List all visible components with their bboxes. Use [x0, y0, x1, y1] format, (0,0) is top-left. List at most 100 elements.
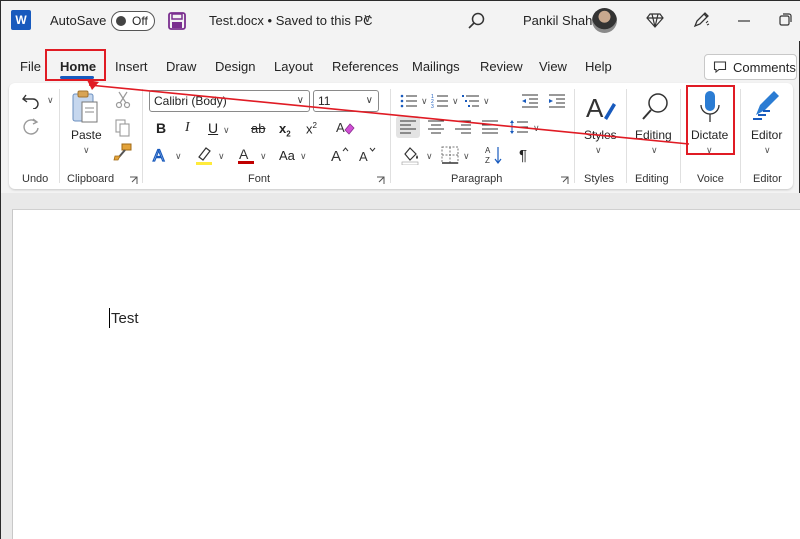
strikethrough-button[interactable]: ab [251, 121, 265, 136]
underline-button[interactable]: U [208, 120, 218, 136]
styles-dropdown-icon[interactable]: ∨ [595, 145, 602, 156]
styles-label[interactable]: Styles [584, 128, 617, 142]
decrease-indent-icon[interactable] [521, 93, 539, 109]
tab-review[interactable]: Review [480, 59, 523, 74]
font-name-select[interactable]: Calibri (Body) ∨ [149, 90, 310, 112]
font-color-icon[interactable]: A [236, 145, 256, 165]
clear-formatting-icon[interactable]: A [336, 119, 356, 137]
line-spacing-dropdown-icon[interactable]: ∨ [533, 123, 540, 134]
search-icon[interactable] [467, 11, 487, 31]
paste-label[interactable]: Paste [71, 128, 102, 142]
multilevel-list-icon[interactable] [462, 93, 480, 109]
change-case-button[interactable]: Aa [279, 148, 295, 163]
align-left-icon [400, 120, 416, 134]
svg-text:A: A [359, 149, 368, 164]
diamond-icon[interactable] [646, 11, 664, 29]
text-effects-dropdown-icon[interactable]: ∨ [175, 151, 182, 162]
svg-text:A: A [485, 146, 491, 155]
sort-icon[interactable]: A Z [485, 145, 503, 165]
show-formatting-marks-icon[interactable]: ¶ [519, 147, 527, 164]
tab-mailings[interactable]: Mailings [412, 59, 460, 74]
group-label-voice: Voice [697, 173, 724, 185]
paragraph-launcher-icon[interactable] [560, 176, 569, 185]
minimize-icon[interactable] [735, 11, 753, 29]
numbering-dropdown-icon[interactable]: ∨ [452, 96, 459, 107]
format-painter-icon[interactable] [113, 143, 133, 161]
editing-label[interactable]: Editing [635, 128, 672, 142]
title-bar: W AutoSave Off Test.docx • Saved to this… [1, 1, 800, 41]
bold-button[interactable]: B [156, 120, 166, 136]
autosave-state: Off [132, 14, 148, 28]
line-spacing-icon[interactable] [509, 119, 529, 135]
text-cursor [109, 308, 110, 328]
tab-file[interactable]: File [20, 59, 41, 74]
editor-label[interactable]: Editor [751, 128, 782, 142]
underline-dropdown-icon[interactable]: ∨ [223, 125, 230, 136]
bullets-icon[interactable] [400, 93, 418, 109]
svg-text:A: A [239, 146, 249, 162]
align-right-icon[interactable] [454, 119, 472, 135]
shading-dropdown-icon[interactable]: ∨ [426, 151, 433, 162]
font-launcher-icon[interactable] [376, 176, 385, 185]
align-left-button[interactable] [396, 116, 420, 138]
subscript-button[interactable]: x2 [279, 121, 291, 139]
grow-font-icon[interactable]: A [330, 145, 350, 165]
restore-icon[interactable] [776, 11, 794, 29]
group-label-paragraph: Paragraph [451, 173, 503, 185]
borders-icon[interactable] [441, 146, 459, 164]
numbering-icon[interactable]: 1 2 3 [431, 93, 449, 109]
document-title[interactable]: Test.docx • Saved to this PC [209, 13, 373, 28]
cut-icon[interactable] [115, 91, 131, 109]
editing-dropdown-icon[interactable]: ∨ [651, 145, 658, 156]
text-effects-icon[interactable]: A [152, 145, 172, 165]
undo-icon[interactable] [21, 91, 43, 109]
group-label-clipboard: Clipboard [67, 173, 115, 185]
undo-dropdown-icon[interactable]: ∨ [47, 95, 54, 106]
editor-dropdown-icon[interactable]: ∨ [764, 145, 771, 156]
tab-insert[interactable]: Insert [115, 59, 148, 74]
borders-dropdown-icon[interactable]: ∨ [463, 151, 470, 162]
clipboard-launcher-icon[interactable] [129, 176, 138, 185]
styles-icon[interactable]: A [584, 91, 618, 125]
editor-icon[interactable] [750, 89, 782, 123]
home-tab-highlight [45, 49, 106, 81]
svg-text:A: A [336, 120, 345, 135]
comments-button[interactable]: Comments [704, 54, 797, 80]
tab-view[interactable]: View [539, 59, 567, 74]
user-name[interactable]: Pankil Shah [523, 13, 592, 28]
autosave-toggle[interactable]: Off [111, 11, 155, 31]
italic-button[interactable]: I [185, 120, 190, 136]
change-case-dropdown-icon[interactable]: ∨ [300, 151, 307, 162]
align-center-icon[interactable] [427, 119, 445, 135]
document-page[interactable] [12, 209, 800, 539]
svg-text:Z: Z [485, 156, 490, 165]
highlighter-dropdown-icon[interactable]: ∨ [218, 151, 225, 162]
redo-icon[interactable] [21, 117, 41, 137]
font-color-dropdown-icon[interactable]: ∨ [260, 151, 267, 162]
tab-help[interactable]: Help [585, 59, 612, 74]
chevron-down-icon[interactable]: ∨ [363, 11, 372, 25]
increase-indent-icon[interactable] [548, 93, 566, 109]
multilevel-dropdown-icon[interactable]: ∨ [483, 96, 490, 107]
toggle-knob [116, 16, 126, 26]
find-search-icon[interactable] [640, 91, 670, 123]
pen-icon[interactable] [692, 11, 710, 29]
superscript-button[interactable]: x2 [306, 121, 317, 136]
paste-icon[interactable] [71, 89, 99, 125]
justify-icon[interactable] [481, 119, 499, 135]
copy-icon[interactable] [115, 119, 131, 137]
highlighter-icon[interactable] [194, 145, 214, 165]
font-size-select[interactable]: 11 ∨ [313, 90, 379, 112]
avatar[interactable] [592, 8, 617, 33]
tab-references[interactable]: References [332, 59, 398, 74]
shading-icon[interactable] [401, 145, 421, 165]
save-icon[interactable] [167, 11, 187, 31]
tab-design[interactable]: Design [215, 59, 255, 74]
shrink-font-icon[interactable]: A [358, 145, 378, 165]
tab-draw[interactable]: Draw [166, 59, 196, 74]
autosave-label: AutoSave [50, 13, 107, 28]
bullets-dropdown-icon[interactable]: ∨ [421, 96, 428, 107]
paste-dropdown-icon[interactable]: ∨ [83, 145, 90, 156]
document-text[interactable]: Test [111, 310, 139, 327]
tab-layout[interactable]: Layout [274, 59, 313, 74]
